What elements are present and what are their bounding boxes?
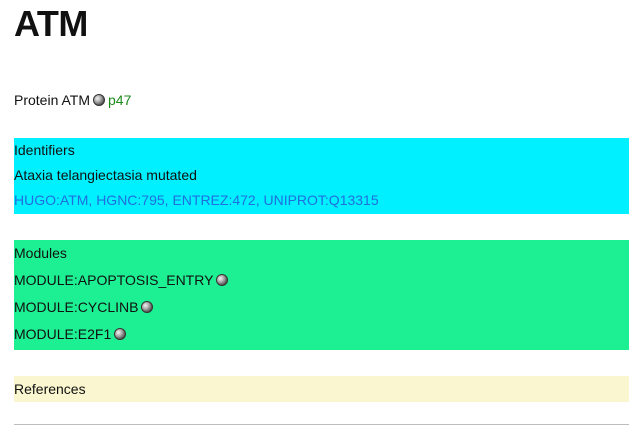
module-item: MODULE:APOPTOSIS_ENTRY — [14, 267, 629, 294]
protein-line: Protein ATM p47 — [14, 91, 131, 109]
references-section: References — [14, 376, 629, 402]
module-bead-icon[interactable] — [93, 94, 105, 106]
identifiers-header: Identifiers — [14, 142, 75, 158]
module-label: MODULE:APOPTOSIS_ENTRY — [14, 272, 214, 288]
module-item: MODULE:E2F1 — [14, 321, 629, 348]
references-header: References — [14, 381, 86, 397]
bottom-divider — [14, 424, 629, 425]
page-title: ATM — [14, 3, 88, 44]
module-label: MODULE:E2F1 — [14, 326, 112, 342]
module-bead-icon[interactable] — [114, 328, 127, 340]
module-bead-icon[interactable] — [141, 301, 154, 313]
module-bead-icon[interactable] — [216, 274, 229, 286]
identifier-link-uniprot[interactable]: UNIPROT:Q13315 — [263, 192, 378, 208]
modules-header: Modules — [14, 245, 67, 261]
identifier-link-hugo[interactable]: HUGO:ATM — [14, 192, 88, 208]
protein-link[interactable]: p47 — [108, 92, 131, 108]
module-label: MODULE:CYCLINB — [14, 299, 139, 315]
identifiers-section: Identifiers Ataxia telangiectasia mutate… — [14, 138, 629, 214]
identifiers-full-name: Ataxia telangiectasia mutated — [14, 167, 197, 183]
module-item: MODULE:CYCLINB — [14, 294, 629, 321]
identifier-link-entrez[interactable]: ENTREZ:472 — [172, 192, 255, 208]
protein-label: Protein ATM — [14, 92, 90, 108]
identifiers-links: HUGO:ATM, HGNC:795, ENTREZ:472, UNIPROT:… — [14, 188, 629, 213]
identifier-link-hgnc[interactable]: HGNC:795 — [96, 192, 164, 208]
modules-section: Modules MODULE:APOPTOSIS_ENTRY MODULE:CY… — [14, 240, 629, 350]
